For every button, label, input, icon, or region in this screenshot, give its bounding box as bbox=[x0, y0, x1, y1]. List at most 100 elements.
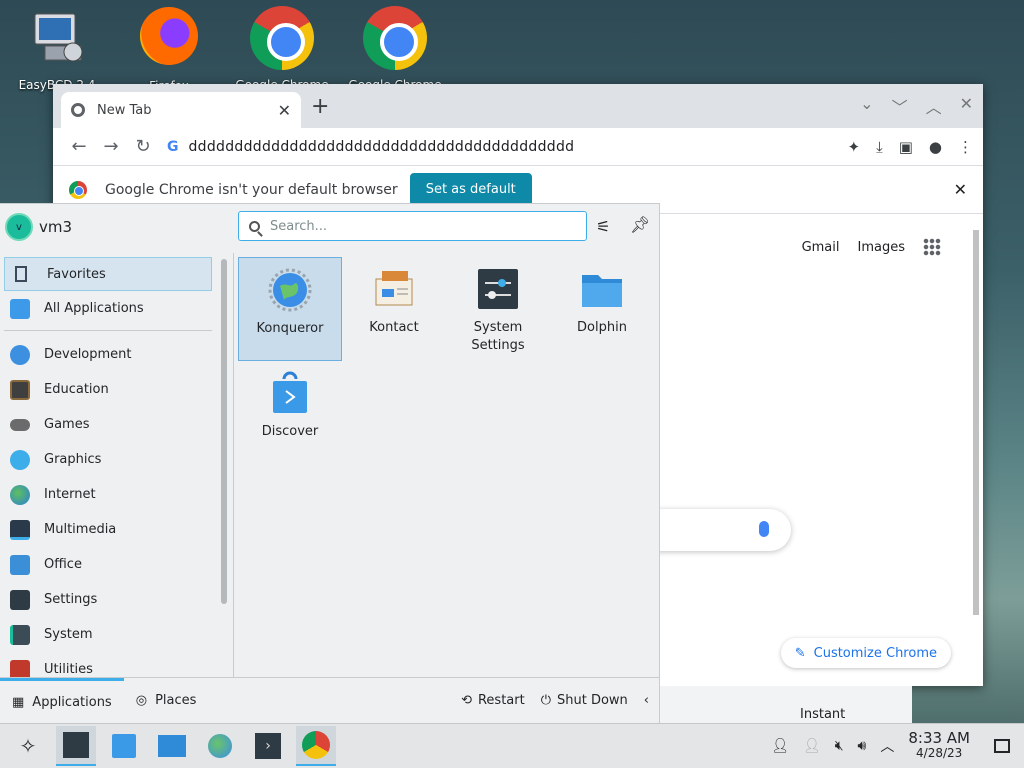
back-icon[interactable]: ← bbox=[63, 136, 95, 157]
clock[interactable]: 8:33 AM 4/28/23 bbox=[908, 731, 970, 761]
profile-icon[interactable]: ● bbox=[929, 138, 942, 156]
tab-places[interactable]: ◎ Places bbox=[124, 678, 209, 724]
sidebar-item-system[interactable]: System bbox=[0, 617, 216, 652]
address-bar-url[interactable]: dddddddddddddddddddddddddddddddddddddddd… bbox=[189, 139, 575, 155]
app-dolphin[interactable]: Dolphin bbox=[550, 257, 654, 361]
sidebar-item-settings[interactable]: Settings bbox=[0, 582, 216, 617]
configure-icon[interactable]: ⚟ bbox=[596, 217, 610, 236]
google-apps-icon[interactable] bbox=[923, 238, 941, 256]
konqueror-icon bbox=[208, 734, 232, 758]
system-tray: 👤︎ 👤︎ 🔇︎ 🔊︎ ︿ 8:33 AM 4/28/23 bbox=[771, 731, 1024, 761]
reload-icon[interactable]: ↻ bbox=[127, 136, 159, 157]
app-launcher-button[interactable]: ✧ bbox=[8, 726, 48, 766]
easybcd-icon bbox=[25, 6, 89, 70]
page-scrollbar[interactable] bbox=[971, 214, 981, 686]
discover-icon bbox=[268, 371, 312, 415]
scrollbar-thumb[interactable] bbox=[973, 230, 979, 615]
customize-chrome-label: Customize Chrome bbox=[813, 645, 937, 661]
pin-icon[interactable]: 📌︎ bbox=[630, 215, 650, 234]
app-konqueror[interactable]: Konqueror bbox=[238, 257, 342, 361]
power-icon: ⏻ bbox=[540, 693, 551, 708]
taskbar-terminal[interactable]: › bbox=[248, 726, 288, 766]
voice-search-icon[interactable] bbox=[759, 521, 769, 537]
app-kontact[interactable]: Kontact bbox=[342, 257, 446, 361]
shutdown-button[interactable]: ⏻ Shut Down bbox=[541, 693, 628, 708]
chrome-tab[interactable]: New Tab ✕ bbox=[61, 92, 301, 128]
set-as-default-button[interactable]: Set as default bbox=[409, 173, 532, 206]
app-label: Kontact bbox=[369, 320, 419, 335]
sidebar-item-internet[interactable]: Internet bbox=[0, 477, 216, 512]
sidebar-scrollbar[interactable] bbox=[221, 259, 227, 604]
maximize-icon[interactable]: ︿ bbox=[926, 94, 942, 118]
compass-icon: ◎ bbox=[135, 693, 148, 708]
sidebar-item-favorites[interactable]: Favorites bbox=[4, 257, 212, 291]
system-settings-icon bbox=[63, 732, 89, 758]
chrome-favicon-icon bbox=[71, 103, 85, 117]
app-label: Konqueror bbox=[256, 321, 324, 336]
sidebar-item-utilities[interactable]: Utilities bbox=[0, 652, 216, 678]
taskbar-discover[interactable] bbox=[104, 726, 144, 766]
infobar-close-button[interactable]: ✕ bbox=[954, 180, 967, 199]
taskbar-chrome[interactable] bbox=[296, 726, 336, 766]
images-link[interactable]: Images bbox=[858, 240, 906, 255]
close-window-icon[interactable]: ✕ bbox=[960, 94, 973, 118]
restart-button[interactable]: ⟲ Restart bbox=[461, 693, 525, 708]
system-icon bbox=[10, 624, 30, 645]
users-icon[interactable]: 👤︎ bbox=[803, 738, 821, 754]
muted-icon[interactable]: 🔇︎ bbox=[835, 738, 844, 754]
chevron-up-icon[interactable]: ︿ bbox=[880, 736, 894, 756]
forward-icon[interactable]: → bbox=[95, 136, 127, 157]
app-discover[interactable]: Discover bbox=[238, 361, 342, 465]
taskbar-dolphin[interactable] bbox=[152, 726, 192, 766]
address-bar[interactable]: G dddddddddddddddddddddddddddddddddddddd… bbox=[167, 139, 848, 155]
discover-icon bbox=[112, 734, 136, 758]
desktop-icon-chrome-1[interactable]: Google Chrome bbox=[227, 4, 337, 92]
app-label: Dolphin bbox=[577, 320, 627, 335]
desktop-icon-firefox[interactable]: Firefox bbox=[114, 4, 224, 93]
sidebar-item-multimedia[interactable]: Multimedia bbox=[0, 512, 216, 547]
chrome-icon bbox=[363, 6, 427, 70]
sidebar-item-games[interactable]: Games bbox=[0, 407, 216, 442]
clock-date: 4/28/23 bbox=[916, 746, 963, 760]
gmail-link[interactable]: Gmail bbox=[802, 240, 840, 255]
shutdown-label: Shut Down bbox=[557, 693, 628, 708]
extensions-icon[interactable]: ✦ bbox=[848, 138, 861, 156]
download-icon[interactable]: ⤓ bbox=[876, 138, 883, 156]
volume-icon[interactable]: 🔊︎ bbox=[858, 738, 867, 754]
side-panel-icon[interactable]: ▣ bbox=[899, 138, 913, 156]
sidebar-item-development[interactable]: Development bbox=[0, 337, 216, 372]
applications-grid-icon: ▦ bbox=[12, 694, 25, 710]
sidebar-item-all-applications[interactable]: All Applications bbox=[0, 291, 216, 326]
tab-close-button[interactable]: ✕ bbox=[278, 101, 291, 120]
sidebar-item-label: All Applications bbox=[44, 301, 144, 316]
app-system-settings[interactable]: System Settings bbox=[446, 257, 550, 361]
taskbar-konqueror[interactable] bbox=[200, 726, 240, 766]
sidebar-item-office[interactable]: Office bbox=[0, 547, 216, 582]
sidebar-item-graphics[interactable]: Graphics bbox=[0, 442, 216, 477]
clock-time: 8:33 AM bbox=[908, 729, 970, 747]
chrome-toolbar: ← → ↻ G dddddddddddddddddddddddddddddddd… bbox=[53, 128, 983, 166]
desktop-icon-chrome-2[interactable]: Google Chrome bbox=[340, 4, 450, 92]
new-tab-button[interactable]: + bbox=[311, 94, 329, 119]
taskbar-system-settings[interactable] bbox=[56, 726, 96, 766]
customize-chrome-button[interactable]: ✎ Customize Chrome bbox=[780, 638, 951, 668]
settings-icon bbox=[10, 589, 30, 610]
dolphin-icon bbox=[580, 267, 624, 311]
desktop-icon-easybcd[interactable]: EasyBCD 2.4 bbox=[2, 4, 112, 92]
tab-search-icon[interactable]: ⌄ bbox=[860, 94, 873, 118]
education-icon bbox=[10, 379, 30, 400]
launcher-search-input[interactable]: Search... bbox=[238, 211, 587, 241]
user-icon[interactable]: 👤︎ bbox=[771, 738, 789, 754]
top-links: Gmail Images bbox=[802, 238, 941, 256]
divider bbox=[4, 330, 212, 331]
tab-applications[interactable]: ▦ Applications bbox=[0, 677, 124, 724]
avatar[interactable]: v bbox=[5, 213, 33, 241]
more-options-icon[interactable]: ‹ bbox=[644, 693, 649, 708]
app-label: System Settings bbox=[471, 320, 525, 353]
menu-icon[interactable]: ⋮ bbox=[958, 138, 973, 156]
sidebar-item-education[interactable]: Education bbox=[0, 372, 216, 407]
show-desktop-icon[interactable] bbox=[994, 739, 1010, 753]
minimize-icon[interactable]: ﹀ bbox=[892, 94, 908, 118]
user-name: vm3 bbox=[39, 218, 73, 236]
graphics-icon bbox=[10, 449, 30, 470]
